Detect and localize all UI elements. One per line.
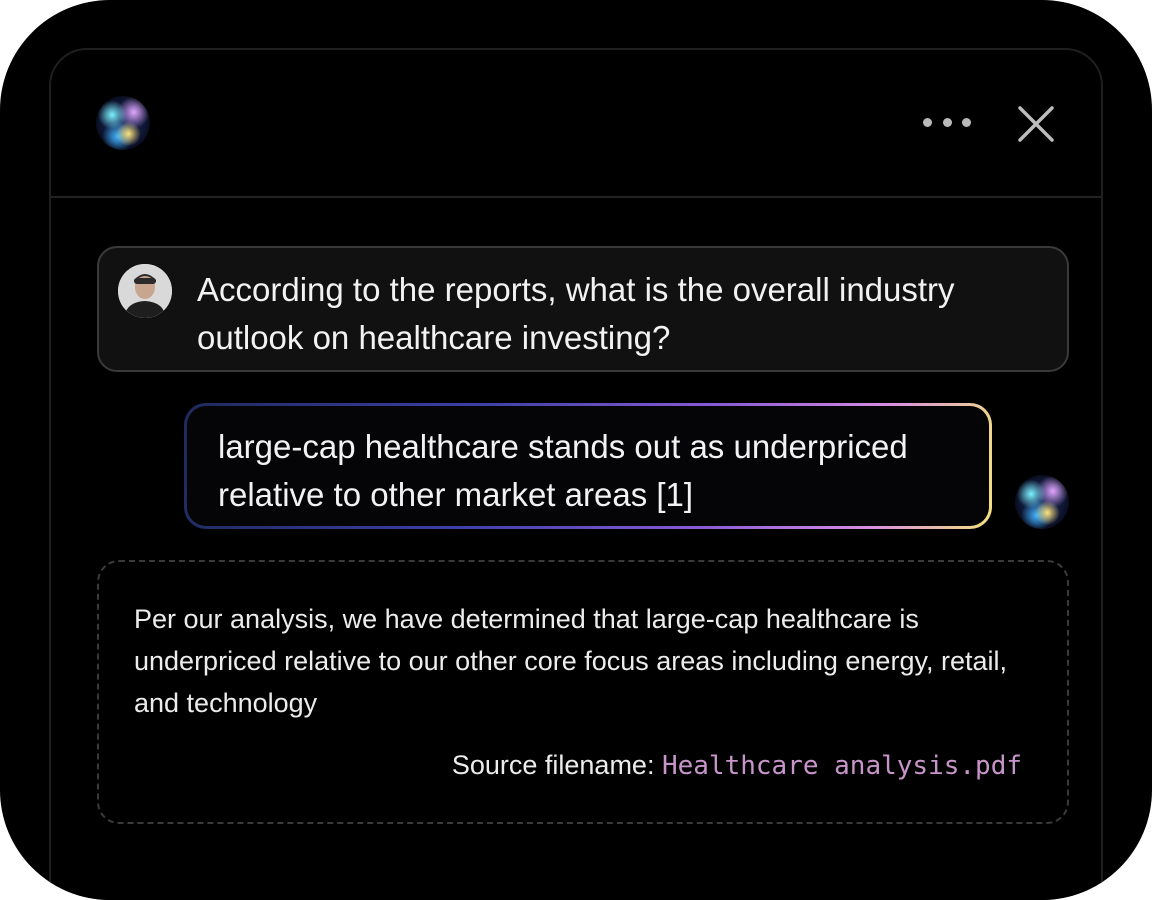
more-options-icon[interactable]	[923, 114, 971, 130]
close-icon[interactable]	[1016, 104, 1056, 144]
user-question-text: According to the reports, what is the ov…	[197, 271, 955, 356]
user-avatar	[118, 264, 172, 318]
assistant-answer-text: large-cap healthcare stands out as under…	[218, 428, 908, 513]
more-dot	[923, 117, 932, 127]
device-frame: According to the reports, what is the ov…	[0, 0, 1152, 900]
assistant-answer-avatar	[1015, 475, 1069, 529]
chat-header	[51, 50, 1101, 198]
user-message-bubble: According to the reports, what is the ov…	[97, 246, 1069, 372]
assistant-answer-inner: large-cap healthcare stands out as under…	[187, 406, 989, 526]
chat-panel: According to the reports, what is the ov…	[49, 48, 1103, 900]
assistant-avatar	[96, 96, 150, 150]
more-dot	[962, 117, 971, 127]
source-filename-line: Source filename: Healthcare analysis.pdf	[452, 750, 1022, 781]
source-filename-link[interactable]: Healthcare analysis.pdf	[662, 751, 1022, 781]
source-excerpt-text: Per our analysis, we have determined tha…	[134, 604, 1007, 718]
user-photo-icon	[118, 264, 172, 318]
source-citation-box: Per our analysis, we have determined tha…	[97, 560, 1069, 824]
more-dot	[942, 117, 952, 127]
assistant-answer-bubble: large-cap healthcare stands out as under…	[184, 403, 992, 529]
source-filename-label: Source filename:	[451, 750, 655, 780]
